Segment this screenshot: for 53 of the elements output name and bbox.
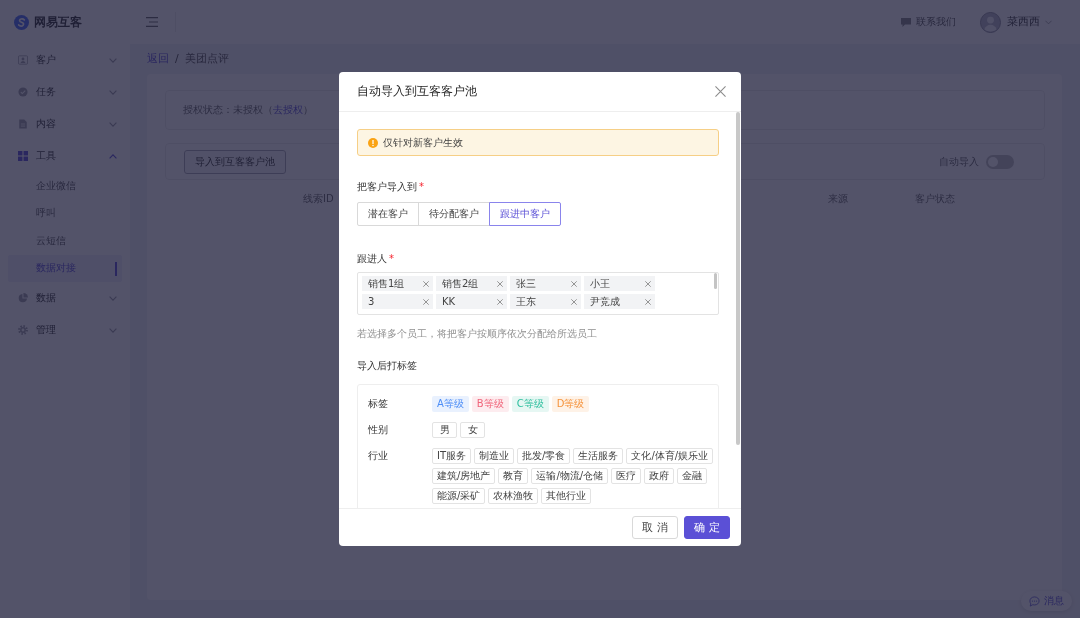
close-icon[interactable] (715, 86, 726, 97)
notice-text: 仅针对新客户生效 (383, 135, 463, 150)
radio-button[interactable]: 待分配客户 (418, 202, 490, 226)
group-label: 性别 (368, 423, 389, 437)
hint-text: 若选择多个员工，将把客户按顺序依次分配给所选员工 (357, 327, 598, 341)
tag-label: 张三 (516, 276, 536, 291)
tag-option[interactable]: 建筑/房地产 (432, 468, 496, 484)
tag-option[interactable]: 政府 (644, 468, 675, 484)
field-label: 把客户导入到 (357, 180, 417, 194)
tag-option[interactable]: 能源/采矿 (432, 488, 486, 504)
close-icon[interactable] (645, 280, 651, 287)
tag-label: 销售2组 (442, 276, 479, 291)
group-label: 标签 (368, 397, 389, 411)
tag-option[interactable]: 其他行业 (541, 488, 592, 504)
tag-option[interactable]: 文化/体育/娱乐业 (626, 448, 714, 464)
confirm-button[interactable]: 确 定 (684, 516, 730, 539)
select-field[interactable]: 销售1组 销售2组 张三 小王 3 KK 王东 尹竞成 (357, 272, 719, 315)
tag-option[interactable]: 批发/零食 (517, 448, 571, 464)
close-icon[interactable] (571, 298, 577, 305)
tag-option[interactable]: 男 (432, 422, 457, 438)
radio-button[interactable]: 潜在客户 (357, 202, 419, 226)
tag-option[interactable]: 女 (460, 422, 485, 438)
breadcrumb-separator: / (175, 51, 179, 65)
tag-option[interactable]: 金融 (677, 468, 708, 484)
tag-option[interactable]: 制造业 (474, 448, 515, 464)
tag-label: 王东 (516, 294, 536, 309)
tag-label: 销售1组 (368, 276, 405, 291)
group-label: 行业 (368, 449, 389, 463)
tag-option[interactable]: 教育 (498, 468, 529, 484)
field-label: 跟进人 (357, 252, 387, 266)
tag-option[interactable]: IT服务 (432, 448, 472, 464)
close-icon[interactable] (423, 280, 429, 287)
close-icon[interactable] (497, 280, 503, 287)
tag-label: 小王 (590, 276, 610, 291)
warning-icon (368, 137, 378, 148)
cancel-button[interactable]: 取 消 (632, 516, 678, 539)
close-icon[interactable] (571, 280, 577, 287)
tag-option[interactable]: 医疗 (611, 468, 642, 484)
section-title: 导入后打标签 (357, 359, 418, 373)
tag-option[interactable]: 生活服务 (573, 448, 624, 464)
tag-label: 尹竞成 (590, 294, 620, 309)
required-mark: * (389, 252, 394, 266)
dialog-title: 自动导入到互客客户池 (357, 84, 477, 99)
required-mark: * (419, 180, 424, 194)
close-icon[interactable] (423, 298, 429, 305)
close-icon[interactable] (497, 298, 503, 305)
tag-option[interactable]: 运输/物流/仓储 (531, 468, 609, 484)
tag-label: 3 (368, 296, 375, 307)
tag-option[interactable]: 农林渔牧 (488, 488, 539, 504)
scrollbar-thumb[interactable] (736, 112, 740, 445)
close-icon[interactable] (645, 298, 651, 305)
radio-button[interactable]: 跟进中客户 (489, 202, 561, 226)
tag-label: KK (442, 296, 456, 307)
